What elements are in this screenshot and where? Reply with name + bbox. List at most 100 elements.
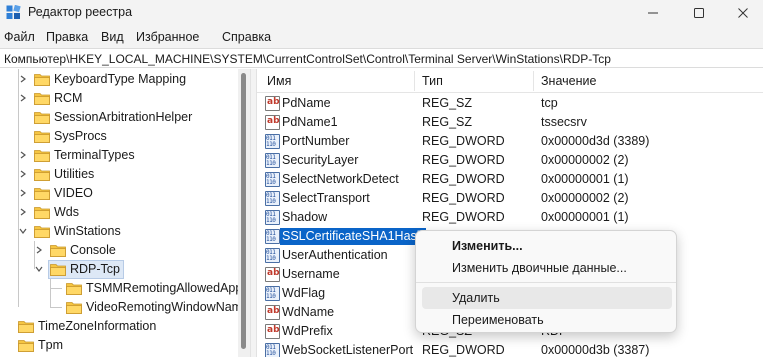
value-name: Shadow <box>282 210 328 224</box>
folder-icon <box>34 207 50 219</box>
tree-scrollbar[interactable] <box>238 69 250 357</box>
icon-glyph: 011 110 <box>266 192 276 205</box>
icon-glyph: 011 110 <box>266 344 276 357</box>
string-value-icon: ab <box>265 115 280 130</box>
icon-glyph: ab <box>267 97 280 107</box>
icon-glyph: ab <box>267 116 280 126</box>
tree-item[interactable]: TimeZoneInformation <box>0 317 238 336</box>
tree-item[interactable]: Wds <box>0 203 238 222</box>
value-data: 0x00000001 (1) <box>541 172 629 186</box>
tree-item[interactable]: TerminalTypes <box>0 146 238 165</box>
column-divider[interactable] <box>414 71 415 91</box>
value-row[interactable]: ab PdName REG_SZ tcp <box>257 94 763 113</box>
value-row[interactable]: 011 110 SelectNetworkDetect REG_DWORD 0x0000… <box>257 170 763 189</box>
folder-icon <box>50 264 66 276</box>
tree-item[interactable]: WinStations <box>0 222 238 241</box>
icon-glyph: ab <box>267 306 280 316</box>
tree-item[interactable]: Tpm <box>0 336 238 355</box>
value-name: PortNumber <box>282 134 350 148</box>
tree-item[interactable]: RCM <box>0 89 238 108</box>
menu-view[interactable]: Вид <box>101 30 124 44</box>
chevron-right-icon[interactable] <box>18 150 28 160</box>
folder-icon <box>66 302 82 314</box>
maximize-button[interactable] <box>678 0 720 26</box>
folder-icon <box>18 340 34 352</box>
menu-file[interactable]: Файл <box>4 30 35 44</box>
folder-icon <box>66 283 82 295</box>
column-header-name[interactable]: Имя <box>267 74 291 88</box>
tree-item-label: SysProcs <box>54 129 107 143</box>
value-row[interactable]: 011 110 SelectTransport REG_DWORD 0x00000002… <box>257 189 763 208</box>
icon-glyph: 011 110 <box>266 211 276 224</box>
column-header-type[interactable]: Тип <box>422 74 443 88</box>
chevron-right-icon[interactable] <box>18 207 28 217</box>
chevron-right-icon[interactable] <box>18 74 28 84</box>
chevron-right-icon[interactable] <box>18 93 28 103</box>
folder-icon <box>34 131 50 143</box>
value-data: 0x00000d3b (3387) <box>541 343 650 357</box>
minimize-button[interactable] <box>632 0 674 26</box>
menu-help[interactable]: Справка <box>222 30 271 44</box>
value-row[interactable]: ab PdName1 REG_SZ tssecsrv <box>257 113 763 132</box>
context-menu-rename[interactable]: Переименовать <box>422 309 672 331</box>
string-value-icon: ab <box>265 267 280 282</box>
folder-icon <box>34 226 50 238</box>
address-path[interactable]: Компьютер\HKEY_LOCAL_MACHINE\SYSTEM\Curr… <box>4 52 611 66</box>
value-row[interactable]: 011 110 Shadow REG_DWORD 0x00000001 (1) <box>257 208 763 227</box>
pane-splitter[interactable] <box>250 69 257 357</box>
value-data: tcp <box>541 96 558 110</box>
chevron-down-icon[interactable] <box>34 264 44 274</box>
value-type: REG_SZ <box>422 96 473 110</box>
chevron-right-icon[interactable] <box>34 245 44 255</box>
chevron-right-icon[interactable] <box>18 188 28 198</box>
value-name: WdName <box>282 305 335 319</box>
tree-item[interactable]: SysProcs <box>0 127 238 146</box>
context-menu-delete[interactable]: Удалить <box>422 287 672 309</box>
tree-item[interactable]: SessionArbitrationHelper <box>0 108 238 127</box>
tree-scrollbar-thumb[interactable] <box>241 73 246 349</box>
tree-connector-line <box>50 307 62 308</box>
chevron-down-icon[interactable] <box>18 226 28 236</box>
value-data: tssecsrv <box>541 115 587 129</box>
column-divider[interactable] <box>533 71 534 91</box>
tree-item[interactable]: VideoRemotingWindowNam <box>0 298 242 317</box>
menu-edit[interactable]: Правка <box>46 30 88 44</box>
folder-icon <box>34 169 50 181</box>
address-bar[interactable]: Компьютер\HKEY_LOCAL_MACHINE\SYSTEM\Curr… <box>0 48 763 68</box>
tree-item[interactable]: VIDEO <box>0 184 238 203</box>
maximize-icon <box>694 8 704 18</box>
value-row[interactable]: 011 110 WebSocketListenerPort REG_DWORD 0x00… <box>257 341 763 357</box>
folder-icon <box>34 150 50 162</box>
string-value-icon: ab <box>265 324 280 339</box>
menu-favorites[interactable]: Избранное <box>136 30 199 44</box>
context-menu-modify-binary[interactable]: Изменить двоичные данные... <box>422 257 672 279</box>
tree-item-label: TerminalTypes <box>54 148 135 162</box>
binary-value-icon: 011 110 <box>265 191 280 206</box>
close-button[interactable] <box>722 0 763 26</box>
tree-item[interactable]: TSMMRemotingAllowedApp <box>0 279 242 298</box>
value-name: UserAuthentication <box>282 248 388 262</box>
tree-item[interactable]: RDP-Tcp <box>0 260 238 279</box>
tree-item[interactable]: Utilities <box>0 165 238 184</box>
context-menu-modify[interactable]: Изменить... <box>422 235 672 257</box>
chevron-right-icon[interactable] <box>18 169 28 179</box>
value-name: PdName <box>282 96 331 110</box>
minimize-icon <box>648 12 658 14</box>
value-type: REG_DWORD <box>422 210 505 224</box>
icon-glyph: ab <box>267 325 280 335</box>
tree-item[interactable]: Console <box>0 241 238 260</box>
binary-value-icon: 011 110 <box>265 153 280 168</box>
value-row[interactable]: 011 110 SecurityLayer REG_DWORD 0x00000002 (… <box>257 151 763 170</box>
tree-connector-line <box>18 69 19 307</box>
value-type: REG_DWORD <box>422 343 505 357</box>
folder-icon <box>50 245 66 257</box>
column-header-value[interactable]: Значение <box>541 74 596 88</box>
value-type: REG_DWORD <box>422 172 505 186</box>
registry-tree[interactable]: KeyboardType Mapping RCM SessionArbitratio… <box>0 69 250 357</box>
value-name: PdName1 <box>282 115 338 129</box>
value-name: WdFlag <box>282 286 326 300</box>
tree-item[interactable]: KeyboardType Mapping <box>0 70 238 89</box>
menu-bar: Файл Правка Вид Избранное Справка <box>0 26 763 48</box>
tree-item-label: TSMMRemotingAllowedApp <box>86 281 243 295</box>
value-row[interactable]: 011 110 PortNumber REG_DWORD 0x00000d3d (338… <box>257 132 763 151</box>
